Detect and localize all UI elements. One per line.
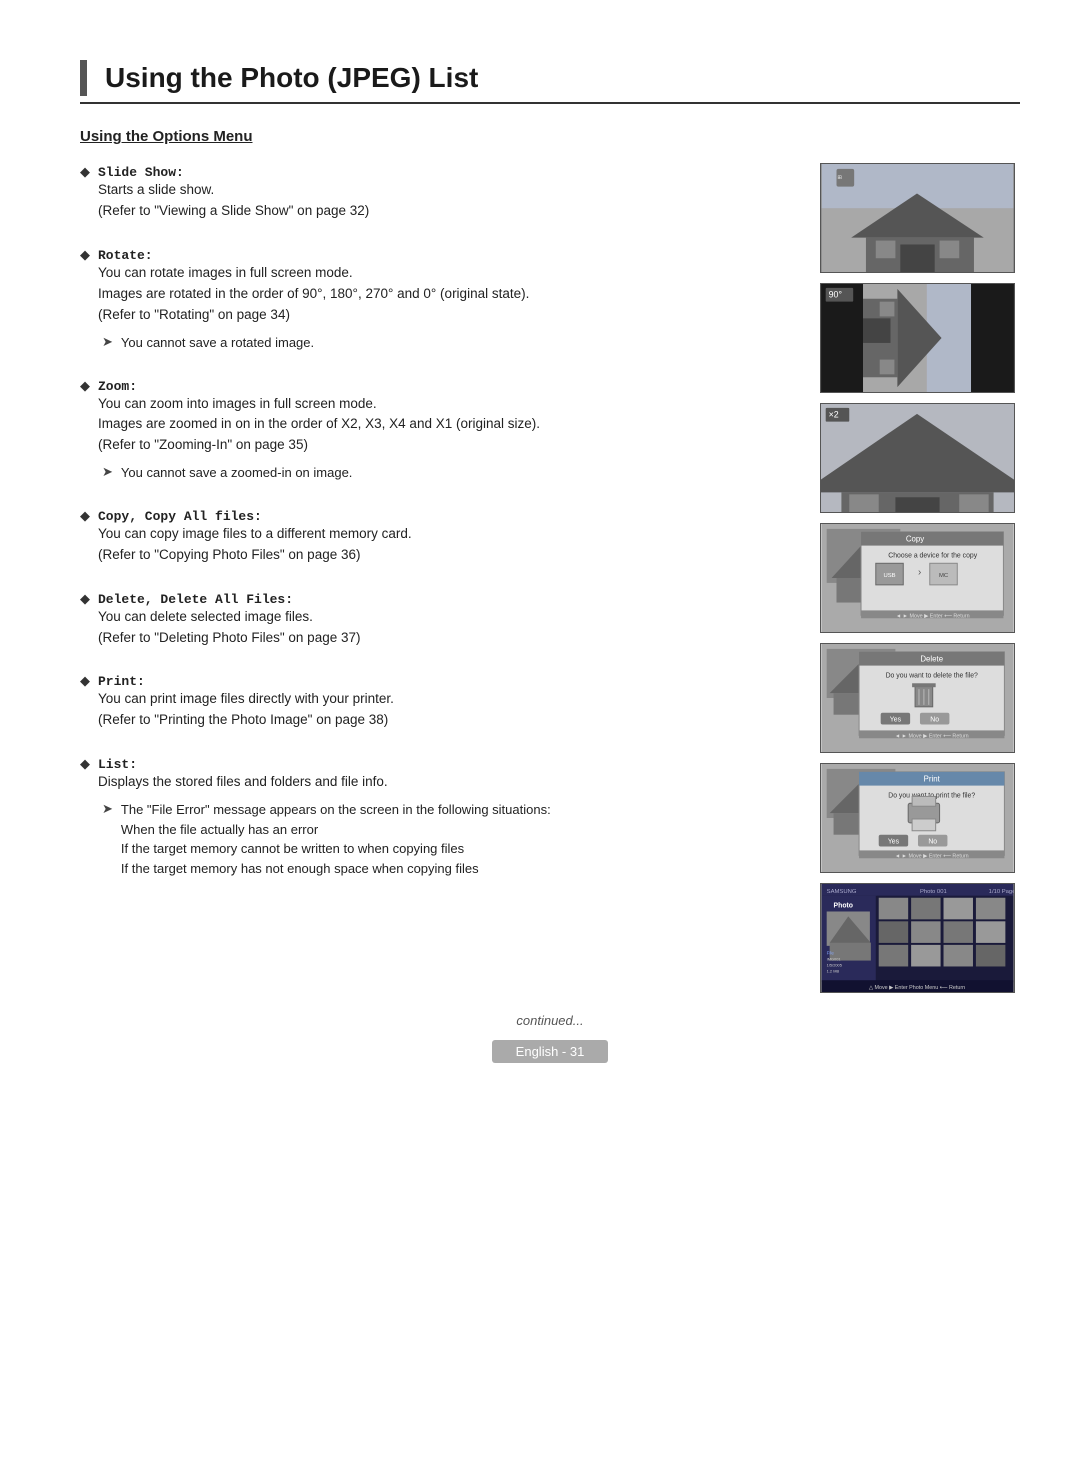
svg-text:◄ ► Move ▶ Enter ⟵ Return: ◄ ► Move ▶ Enter ⟵ Return (896, 614, 970, 620)
svg-text:Yes: Yes (888, 839, 900, 846)
list-screen: SAMSUNG Photo 001 1/10 Page Photo File I… (820, 883, 1015, 993)
rotate-title: Rotate: (98, 248, 153, 263)
zoom-screen: ×2 (820, 403, 1015, 513)
option-list: ◆ List: Displays the stored files and fo… (80, 755, 788, 878)
bullet-diamond: ◆ (80, 591, 90, 607)
list-title: List: (98, 757, 137, 772)
copy-body: You can copy image files to a different … (98, 524, 412, 566)
svg-text:90°: 90° (829, 290, 842, 300)
svg-text:×2: ×2 (829, 410, 839, 420)
delete-title: Delete, Delete All Files: (98, 592, 293, 607)
svg-text:No: No (928, 839, 937, 846)
svg-text:IMG001: IMG001 (827, 957, 841, 962)
section-heading: Using the Options Menu (80, 128, 1020, 145)
svg-text:Yes: Yes (890, 717, 902, 724)
rotate-body: You can rotate images in full screen mod… (98, 263, 529, 326)
page-indicator: English - 31 (80, 1040, 1020, 1063)
continued-text: continued... (80, 1013, 1020, 1028)
slide-show-body: Starts a slide show. (Refer to "Viewing … (98, 180, 369, 222)
zoom-body: You can zoom into images in full screen … (98, 394, 540, 457)
svg-text:◄ ► Move ▶ Enter ⟵ Return: ◄ ► Move ▶ Enter ⟵ Return (895, 734, 969, 740)
copy-screen: Copy Choose a device for the copy USB › … (820, 523, 1015, 633)
delete-body: You can delete selected image files. (Re… (98, 607, 360, 649)
option-slide-show: ◆ Slide Show: Starts a slide show. (Refe… (80, 163, 788, 222)
bullet-diamond: ◆ (80, 378, 90, 394)
svg-text:Do you want to delete the file: Do you want to delete the file? (886, 673, 978, 680)
page-number: English - 31 (492, 1040, 609, 1063)
svg-text:File: File (827, 951, 835, 956)
svg-text:Copy: Copy (906, 535, 924, 544)
zoom-note: You cannot save a zoomed-in on image. (121, 463, 353, 483)
print-title: Print: (98, 674, 145, 689)
svg-text:1.2 MB: 1.2 MB (827, 969, 840, 974)
svg-text:Photo: Photo (834, 903, 853, 910)
option-rotate: ◆ Rotate: You can rotate images in full … (80, 246, 788, 352)
delete-screen: Delete Do you want to delete the file? Y… (820, 643, 1015, 753)
svg-text:No: No (930, 717, 939, 724)
bullet-diamond: ◆ (80, 673, 90, 689)
svg-text:Delete: Delete (920, 655, 943, 664)
svg-text:1/5/2005: 1/5/2005 (827, 963, 843, 968)
right-column: ⊞ 90° (820, 163, 1020, 993)
svg-text:Photo 001: Photo 001 (920, 889, 947, 895)
bullet-diamond: ◆ (80, 508, 90, 524)
main-content: ◆ Slide Show: Starts a slide show. (Refe… (80, 163, 1020, 993)
copy-title: Copy, Copy All files: (98, 509, 262, 524)
svg-text:SAMSUNG: SAMSUNG (827, 889, 857, 895)
option-print: ◆ Print: You can print image files direc… (80, 672, 788, 731)
svg-text:◄ ► Move ▶ Enter ⟵ Return: ◄ ► Move ▶ Enter ⟵ Return (895, 854, 969, 860)
list-note: The "File Error" message appears on the … (121, 800, 551, 878)
option-zoom: ◆ Zoom: You can zoom into images in full… (80, 377, 788, 483)
svg-text:1/10 Page: 1/10 Page (989, 889, 1014, 895)
print-body: You can print image files directly with … (98, 689, 394, 731)
slide-show-screen: ⊞ (820, 163, 1015, 273)
svg-text:Choose a device for the copy: Choose a device for the copy (888, 553, 977, 560)
bullet-diamond: ◆ (80, 164, 90, 180)
print-screen: Print Do you want to print the file? Yes… (820, 763, 1015, 873)
left-column: ◆ Slide Show: Starts a slide show. (Refe… (80, 163, 788, 993)
bullet-diamond: ◆ (80, 247, 90, 263)
svg-text:MC: MC (939, 573, 949, 579)
note-arrow: ➤ (102, 334, 113, 350)
option-delete: ◆ Delete, Delete All Files: You can dele… (80, 590, 788, 649)
zoom-title: Zoom: (98, 379, 137, 394)
page-title: Using the Photo (JPEG) List (80, 60, 1020, 96)
option-copy: ◆ Copy, Copy All files: You can copy ima… (80, 507, 788, 566)
svg-text:Print: Print (924, 775, 941, 784)
slide-show-title: Slide Show: (98, 165, 184, 180)
svg-text:USB: USB (883, 573, 895, 579)
note-arrow: ➤ (102, 801, 113, 817)
svg-text:›: › (918, 567, 921, 578)
bullet-diamond: ◆ (80, 756, 90, 772)
note-arrow: ➤ (102, 464, 113, 480)
list-body: Displays the stored files and folders an… (98, 772, 551, 793)
rotate-note: You cannot save a rotated image. (121, 333, 314, 353)
rotate-screen: 90° (820, 283, 1015, 393)
svg-text:△ Move ▶ Enter Photo Menu ⟵: △ Move ▶ Enter Photo Menu ⟵ Return (869, 985, 965, 991)
title-rule (80, 102, 1020, 104)
